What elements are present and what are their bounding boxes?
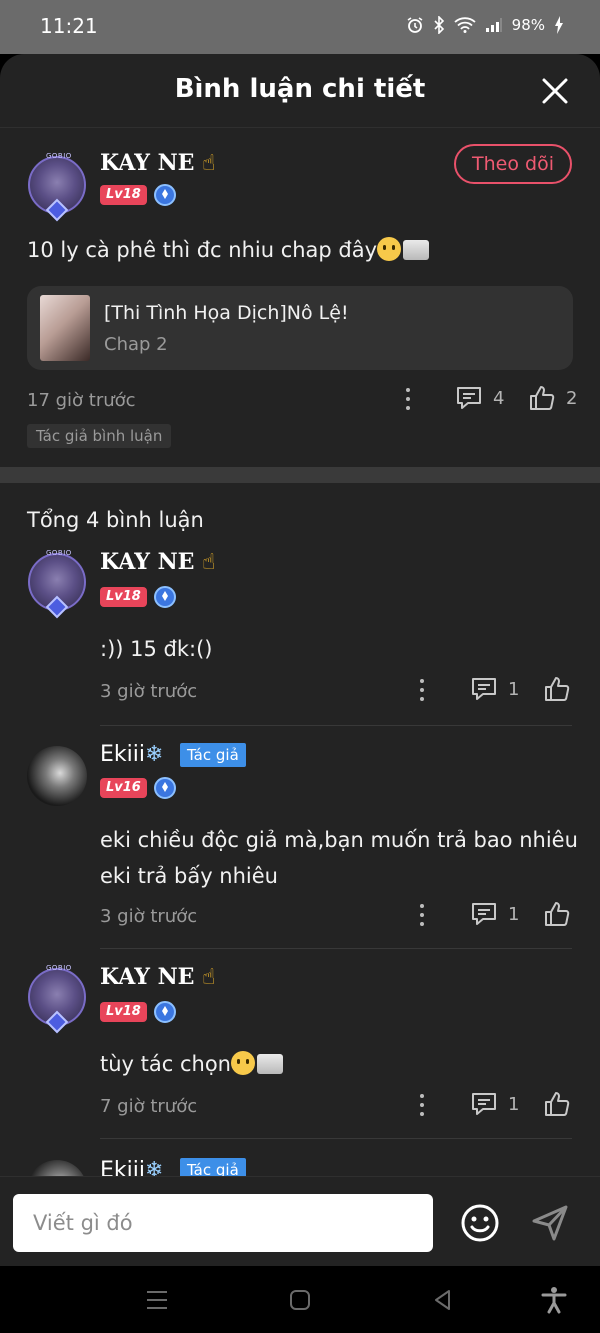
reply-count-button[interactable]: 1 [470,1090,519,1118]
pointing-hand-icon: ☝ [202,151,216,176]
comment-input-bar: Viết gì đó [0,1176,600,1266]
charging-icon [555,16,563,34]
username[interactable]: KAY NE ☝ [100,964,216,990]
comment-time: 3 giờ trước [100,681,198,702]
avatar[interactable] [27,1160,87,1176]
level-badge: Lv18 [100,185,147,205]
wifi-icon [454,17,476,33]
back-icon[interactable] [429,1286,457,1314]
level-badge: Lv16 [100,778,147,798]
avatar[interactable] [27,746,87,806]
signal-icon [485,18,502,32]
more-vert-icon[interactable] [398,384,418,414]
reply-item: Ekiii❄ Tác giả [0,1154,600,1176]
reply-count-button[interactable]: 4 [455,384,504,412]
gem-icon [154,184,176,206]
level-badge: Lv18 [100,587,147,607]
neutral-face-icon [230,1051,255,1075]
reply-count: 4 [493,387,505,409]
gem-icon [154,1001,176,1023]
divider [100,1138,572,1139]
thumbs-up-icon [530,386,555,410]
reply-item: Ekiii❄ Tác giả Lv16 eki chiều độc giả mà… [0,742,600,962]
more-vert-icon[interactable] [412,675,432,705]
comment-text: 10 ly cà phê thì đc nhiu chap đây [27,232,430,268]
neutral-face-icon [377,237,402,261]
pointing-hand-icon: ☝ [202,550,216,575]
gem-icon [154,777,176,799]
comment-icon [472,903,496,925]
reply-item: GOBIO KAY NE ☝ Lv18 :)) 15 đk:() 3 giờ t… [0,549,600,729]
avatar[interactable]: GOBIO [24,152,90,222]
username[interactable]: Ekiii❄ [100,1158,163,1176]
snowflake-icon: ❄ [144,1158,164,1176]
reply-count-button[interactable]: 1 [470,675,519,703]
like-count: 2 [566,387,578,409]
home-icon[interactable] [286,1286,314,1314]
status-time: 11:21 [40,14,98,38]
cloud-icon [403,240,430,260]
avatar[interactable]: GOBIO [24,964,90,1034]
comment-time: 7 giờ trước [100,1096,198,1117]
more-vert-icon[interactable] [412,1090,432,1120]
reply-count: 1 [508,678,520,700]
comment-icon [457,387,481,409]
sheet-title: Bình luận chi tiết [174,74,426,104]
reply-item: GOBIO KAY NE ☝ Lv18 tùy tác chọn 7 giờ t… [0,964,600,1144]
section-divider [0,467,600,483]
like-button[interactable]: 2 [528,384,577,412]
alarm-icon [407,17,423,33]
divider [100,725,572,726]
pointing-hand-icon: ☝ [202,965,216,990]
comment-icon [472,1093,496,1115]
send-icon[interactable] [530,1203,570,1243]
author-comment-tag: Tác giả bình luận [27,424,172,448]
thumbs-up-icon[interactable] [543,900,571,928]
sheet-header: Bình luận chi tiết [0,54,600,128]
reply-count-button[interactable]: 1 [470,900,519,928]
more-vert-icon[interactable] [412,900,432,930]
battery-level: 98% [511,16,545,34]
main-comment: GOBIO KAY NE ☝ Lv18 Theo dõi 10 ly cà ph… [0,128,600,466]
bluetooth-icon [434,16,444,34]
chapter-title: [Thi Tình Họa Dịch]Nô Lệ! [104,302,349,324]
comment-input[interactable]: Viết gì đó [13,1194,433,1252]
thumbs-up-icon[interactable] [543,675,571,703]
emoji-icon[interactable] [460,1203,500,1243]
comment-detail-sheet: Bình luận chi tiết GOBIO KAY NE ☝ Lv18 T… [0,54,600,1266]
author-tag: Tác giả [180,1158,246,1176]
gem-icon [154,586,176,608]
status-bar: 11:21 98% [0,0,600,54]
comment-time: 3 giờ trước [100,906,198,927]
recent-apps-icon[interactable] [143,1286,171,1314]
follow-button[interactable]: Theo dõi [454,144,572,184]
thumbs-up-icon[interactable] [543,1090,571,1118]
comment-text: :)) 15 đk:() [100,637,213,661]
avatar[interactable]: GOBIO [24,549,90,619]
username[interactable]: Ekiii❄ [100,742,163,767]
comment-text: tùy tác chọn [100,1046,283,1082]
snowflake-icon: ❄ [144,742,164,767]
level-badge: Lv18 [100,1002,147,1022]
system-nav-bar [0,1266,600,1333]
author-tag: Tác giả [180,743,246,767]
chapter-subtitle: Chap 2 [104,334,168,355]
reply-count: 1 [508,1093,520,1115]
reply-count: 1 [508,903,520,925]
chapter-thumbnail [40,295,90,361]
comment-icon [472,678,496,700]
username[interactable]: KAY NE ☝ [100,150,216,176]
cloud-icon [256,1054,283,1074]
divider [100,948,572,949]
chapter-card[interactable]: [Thi Tình Họa Dịch]Nô Lệ! Chap 2 [27,286,573,370]
username[interactable]: KAY NE ☝ [100,549,216,575]
close-icon[interactable] [540,76,570,106]
comment-text: eki chiều độc giả mà,bạn muốn trả bao nh… [100,828,578,888]
status-icons: 98% [406,16,564,34]
comment-time: 17 giờ trước [27,390,136,411]
total-comments-label: Tổng 4 bình luận [27,508,204,532]
accessibility-icon[interactable] [540,1286,568,1314]
